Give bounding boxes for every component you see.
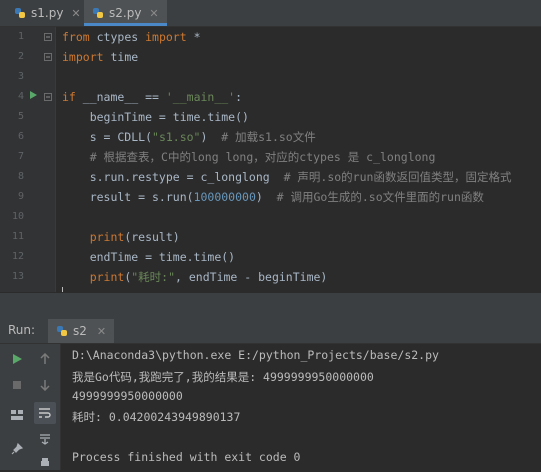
code-line-5: beginTime = time.time() — [62, 110, 249, 124]
string-literal: '__main__' — [165, 90, 236, 104]
code-line-2: import time — [62, 47, 138, 67]
run-tab-s2[interactable]: s2 ✕ — [48, 319, 115, 343]
close-icon[interactable]: ✕ — [149, 7, 158, 20]
string-literal: "耗时:" — [131, 270, 176, 284]
soft-wrap-icon — [39, 408, 51, 418]
scroll-to-end-icon — [40, 434, 50, 445]
panel-splitter[interactable] — [0, 292, 541, 320]
code-text: __name__ == — [75, 90, 166, 104]
code-text: (result) — [124, 230, 180, 244]
scroll-down-button[interactable] — [36, 376, 54, 394]
line-number: 11 — [11, 231, 24, 242]
tab-label: s2.py — [109, 6, 142, 20]
close-icon[interactable]: ✕ — [97, 325, 106, 338]
line-number: 13 — [11, 271, 24, 282]
fold-icon[interactable] — [44, 53, 52, 61]
run-tool-window-header: Run: s2 ✕ — [0, 319, 541, 344]
run-gutter-icon[interactable] — [30, 91, 37, 99]
line-number: 1 — [17, 31, 24, 42]
python-file-icon — [57, 326, 67, 336]
code-line-6: s = CDLL("s1.so") # 加载s1.so文件 — [62, 127, 316, 147]
rerun-button[interactable] — [8, 350, 26, 368]
line-number: 9 — [17, 191, 24, 202]
console-line: Process finished with exit code 0 — [72, 450, 301, 464]
tab-s1-py[interactable]: s1.py ✕ — [6, 0, 89, 26]
tab-s2-py[interactable]: s2.py ✕ — [84, 0, 167, 26]
console-line: 耗时: 0.04200243949890137 — [72, 410, 241, 424]
line-number: 3 — [17, 71, 24, 82]
code-line-1: from ctypes import * — [62, 27, 201, 47]
code-line-11: print(result) — [62, 227, 180, 247]
line-gutter: 1 2 3 4 5 6 7 8 9 10 11 12 13 — [0, 27, 56, 292]
line-number: 5 — [17, 111, 24, 122]
console-line: 我是Go代码,我跑完了,我的结果是: 4999999950000000 — [72, 370, 374, 384]
line-number: 6 — [17, 131, 24, 142]
code-editor[interactable]: 1 2 3 4 5 6 7 8 9 10 11 12 13 from ctype… — [0, 27, 541, 301]
console-line: 4999999950000000 — [72, 389, 183, 403]
code-text: , endTime - beginTime) — [175, 270, 328, 284]
code-line-9: result = s.run(100000000) # 调用Go生成的.so文件… — [62, 187, 484, 207]
code-line-7: # 根据查表，C中的long long，对应的ctypes 是 c_longlo… — [62, 150, 436, 164]
keyword: import — [62, 50, 104, 64]
line-number: 12 — [11, 251, 24, 262]
line-number: 10 — [11, 211, 24, 222]
close-icon[interactable]: ✕ — [71, 7, 80, 20]
down-arrow-icon — [40, 380, 50, 391]
print-button[interactable] — [36, 454, 54, 472]
pin-icon — [11, 443, 23, 455]
pin-button[interactable] — [8, 440, 26, 458]
python-file-icon — [93, 8, 103, 18]
fold-icon[interactable] — [44, 33, 52, 41]
layout-button[interactable] — [8, 406, 26, 424]
scroll-up-button[interactable] — [36, 350, 54, 368]
editor-tab-bar: s1.py ✕ s2.py ✕ — [0, 0, 541, 27]
console-line: D:\Anaconda3\python.exe E:/python_Projec… — [72, 348, 439, 362]
code-text: s = CDLL( — [62, 130, 153, 144]
fold-icon[interactable] — [44, 93, 52, 101]
builtin-print: print — [62, 270, 125, 284]
stop-button[interactable] — [8, 376, 26, 394]
python-file-icon — [15, 8, 25, 18]
line-number: 2 — [17, 51, 24, 62]
layout-icon — [11, 410, 23, 420]
code-line-8: s.run.restype = c_longlong # 声明.so的run函数… — [62, 167, 512, 187]
keyword: from — [62, 30, 90, 44]
comment: # 调用Go生成的.so文件里面的run函数 — [276, 190, 484, 204]
comment: # 声明.so的run函数返回值类型，固定格式 — [283, 170, 512, 184]
code-line-13: print("耗时:", endTime - beginTime) — [62, 267, 328, 287]
builtin-print: print — [62, 230, 125, 244]
code-text: time — [103, 50, 139, 64]
print-icon — [41, 458, 49, 466]
code-line-4: if __name__ == '__main__': — [62, 87, 242, 107]
tab-label: s1.py — [31, 6, 64, 20]
up-arrow-icon — [40, 353, 50, 364]
line-number: 7 — [17, 151, 24, 162]
code-text: : — [235, 90, 243, 104]
keyword: import — [145, 30, 187, 44]
code-text: * — [186, 30, 201, 44]
code-line-12: endTime = time.time() — [62, 250, 236, 264]
line-number: 8 — [17, 171, 24, 182]
run-toolbar — [0, 344, 61, 470]
number-literal: 100000000 — [193, 190, 256, 204]
code-text: s.run.restype = c_longlong — [62, 170, 284, 184]
run-tab-label: s2 — [73, 324, 87, 338]
line-number: 4 — [17, 91, 24, 102]
keyword: if — [62, 90, 76, 104]
code-text: result = s.run( — [62, 190, 194, 204]
run-console[interactable]: D:\Anaconda3\python.exe E:/python_Projec… — [61, 344, 541, 470]
code-text: ctypes — [89, 30, 146, 44]
rerun-icon — [13, 354, 22, 364]
code-text: ) — [255, 190, 277, 204]
comment: # 加载s1.so文件 — [221, 130, 316, 144]
run-label: Run: — [8, 323, 36, 337]
string-literal: "s1.so" — [152, 130, 201, 144]
scroll-to-end-button[interactable] — [36, 430, 54, 448]
stop-icon — [13, 381, 21, 389]
code-text: ) — [200, 130, 222, 144]
soft-wrap-button[interactable] — [34, 402, 56, 424]
